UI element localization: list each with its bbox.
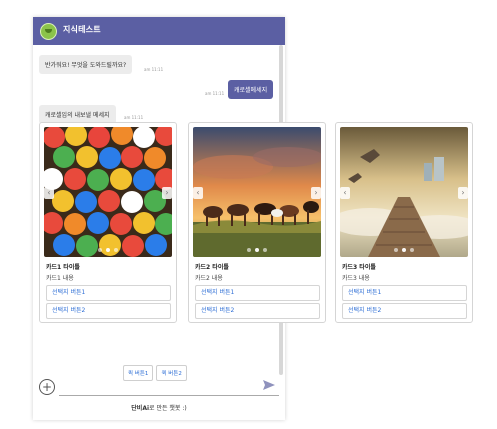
image-pagination (193, 248, 321, 252)
input-underline (59, 395, 279, 396)
card-choice-button[interactable]: 선택지 버튼1 (195, 285, 320, 301)
card-description: 카드1 내용 (46, 275, 74, 282)
chat-header: 지식테스트 (33, 17, 285, 45)
card-description: 카드3 내용 (342, 275, 370, 282)
chat-title: 지식테스트 (63, 25, 101, 34)
message-time: am 11:11 (205, 91, 225, 96)
carousel-prev-icon[interactable]: ‹ (193, 187, 203, 199)
card-choice-button[interactable]: 선택지 버튼2 (46, 303, 171, 319)
footer-text: 로 만든 챗봇 :) (149, 405, 187, 412)
card-title: 카드1 타이틀 (46, 264, 80, 271)
card-title: 카드2 타이틀 (195, 264, 229, 271)
send-icon[interactable] (262, 379, 276, 391)
user-message: 캐로셀메세지 (228, 80, 274, 99)
carousel-prev-icon[interactable]: ‹ (44, 187, 54, 199)
image-pagination (44, 248, 172, 252)
quick-reply-button[interactable]: 퀵 버튼2 (156, 365, 187, 381)
card-choice-button[interactable]: 선택지 버튼2 (342, 303, 467, 319)
quick-replies: 퀵 버튼1 퀵 버튼2 (123, 360, 190, 381)
card-choice-button[interactable]: 선택지 버튼1 (342, 285, 467, 301)
plus-icon[interactable]: + (39, 379, 55, 395)
footer-credit: 단비Ai로 만든 챗봇 :) (33, 403, 285, 412)
card-description: 카드2 내용 (195, 275, 223, 282)
carousel-card: ‹ › 카드2 타이틀 카드2 내용 선택지 버튼1 선택지 버튼2 (188, 122, 326, 323)
card-title: 카드3 타이틀 (342, 264, 376, 271)
image-pagination (340, 248, 468, 252)
carousel-next-icon[interactable]: › (311, 187, 321, 199)
carousel-card: ‹ › 카드3 타이틀 카드3 내용 선택지 버튼1 선택지 버튼2 (335, 122, 473, 323)
carousel-card: ‹ › 카드1 타이틀 카드1 내용 선택지 버튼1 선택지 버튼2 (39, 122, 177, 323)
quick-reply-button[interactable]: 퀵 버튼1 (123, 365, 154, 381)
message-time: am 11:11 (144, 67, 164, 72)
bot-message-greeting: 반가워요! 무엇을 도와드릴까요? (39, 55, 133, 74)
card-choice-button[interactable]: 선택지 버튼1 (46, 285, 171, 301)
carousel-next-icon[interactable]: › (162, 187, 172, 199)
card-image: ‹ › (340, 127, 468, 257)
carousel-prev-icon[interactable]: ‹ (340, 187, 350, 199)
message-time: am 11:11 (124, 115, 144, 120)
card-image: ‹ › (193, 127, 321, 257)
footer-brand: 단비Ai (131, 405, 150, 412)
card-choice-button[interactable]: 선택지 버튼2 (195, 303, 320, 319)
bot-avatar-icon (40, 23, 57, 40)
message-input[interactable] (59, 381, 263, 395)
carousel-next-icon[interactable]: › (458, 187, 468, 199)
card-image: ‹ › (44, 127, 172, 257)
